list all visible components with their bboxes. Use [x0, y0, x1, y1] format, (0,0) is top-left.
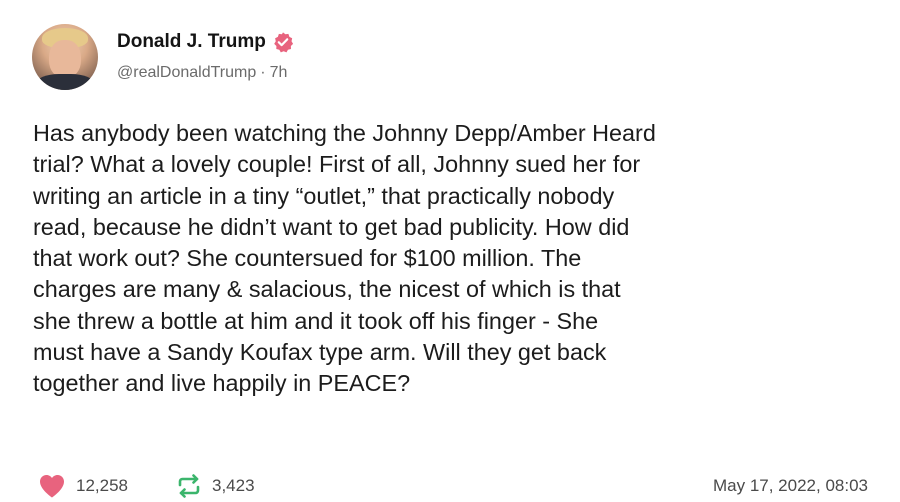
meta-separator: ·: [260, 64, 266, 81]
author-display-name[interactable]: Donald J. Trump: [117, 31, 266, 53]
author-avatar[interactable]: [32, 24, 98, 90]
repost-arrows-icon: [178, 474, 200, 498]
author-meta-row: @realDonaldTrump · 7h: [117, 64, 287, 86]
heart-icon: [40, 475, 64, 498]
post-card: Donald J. Trump @realDonaldTrump · 7h Ha…: [0, 0, 900, 502]
post-timestamp[interactable]: May 17, 2022, 08:03: [713, 470, 868, 502]
relative-time[interactable]: 7h: [270, 64, 288, 86]
like-button[interactable]: 12,258: [38, 470, 128, 502]
verified-badge-icon: [274, 32, 293, 53]
post-body-text: Has anybody been watching the Johnny Dep…: [33, 120, 656, 397]
author-name-row: Donald J. Trump: [117, 29, 294, 55]
repost-count: 3,423: [212, 476, 255, 495]
like-count: 12,258: [76, 476, 128, 495]
repost-button[interactable]: 3,423: [176, 470, 255, 502]
author-handle[interactable]: @realDonaldTrump: [117, 64, 256, 86]
post-footer: 12,258 3,423 May 17, 2022, 08:03: [0, 470, 900, 502]
